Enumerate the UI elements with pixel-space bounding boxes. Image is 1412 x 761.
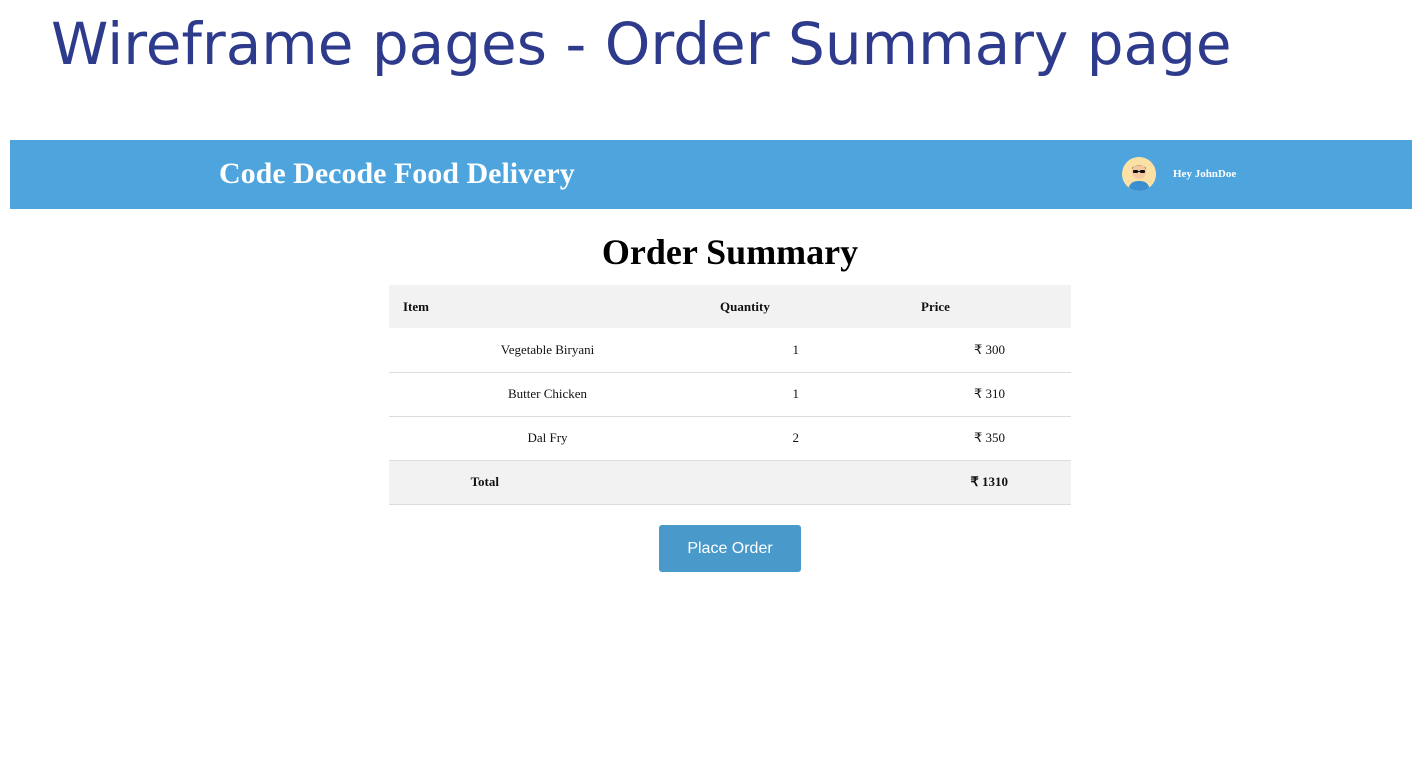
item-price: ₹ 310 (907, 372, 1071, 417)
page-title: Order Summary (601, 232, 859, 272)
total-label: Total (389, 459, 907, 505)
table-row: Dal Fry 2 ₹ 350 (389, 416, 1071, 461)
place-order-button[interactable]: Place Order (659, 525, 801, 572)
item-name: Vegetable Biryani (389, 328, 706, 373)
item-quantity: 2 (706, 416, 907, 461)
column-header-price: Price (907, 285, 1071, 328)
user-avatar-icon[interactable] (1122, 157, 1156, 191)
column-header-item: Item (389, 285, 706, 328)
table-row: Vegetable Biryani 1 ₹ 300 (389, 328, 1071, 373)
item-price: ₹ 300 (907, 328, 1071, 373)
total-value: ₹ 1310 (907, 459, 1071, 505)
item-name: Dal Fry (389, 416, 706, 461)
user-greeting[interactable]: Hey JohnDoe (1173, 167, 1236, 181)
navbar: Code Decode Food Delivery Hey JohnDoe (10, 140, 1412, 209)
item-quantity: 1 (706, 372, 907, 417)
table-row: Butter Chicken 1 ₹ 310 (389, 372, 1071, 417)
item-price: ₹ 350 (907, 416, 1071, 461)
brand-title[interactable]: Code Decode Food Delivery (219, 156, 575, 192)
order-summary-table: Item Quantity Price Vegetable Biryani 1 … (389, 285, 1071, 505)
column-header-quantity: Quantity (706, 285, 907, 328)
item-quantity: 1 (706, 328, 907, 373)
item-name: Butter Chicken (389, 372, 706, 417)
slide-title: Wireframe pages - Order Summary page (51, 10, 1232, 78)
total-row: Total ₹ 1310 (389, 459, 1071, 505)
table-header-row: Item Quantity Price (389, 285, 1071, 328)
